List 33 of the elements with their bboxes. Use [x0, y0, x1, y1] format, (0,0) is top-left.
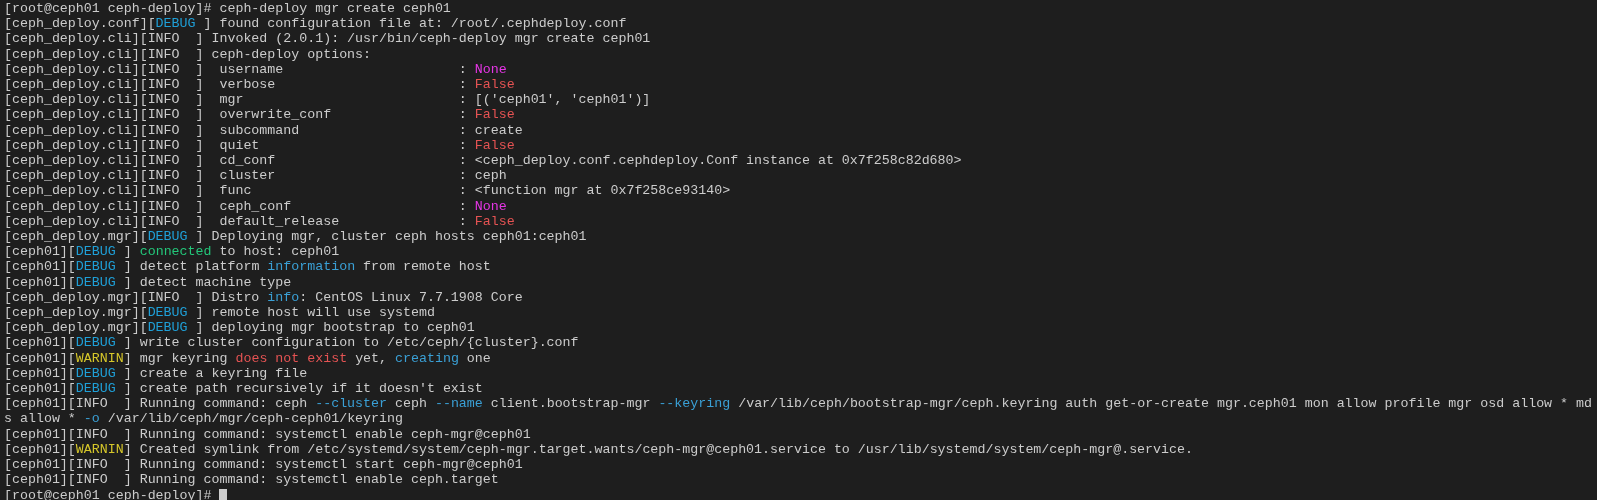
- terminal-line: [ceph_deploy.cli][INFO ] mgr : [('ceph01', 'ceph01')]: [4, 92, 651, 108]
- terminal-line: [ceph01][WARNIN] mgr keyring does not exist yet, creating one: [4, 350, 491, 366]
- terminal-line: [ceph_deploy.mgr][INFO ] Distro info: CentOS Linux 7.7.1908 Core: [4, 289, 523, 306]
- terminal-line: [ceph_deploy.mgr][DEBUG ] Deploying mgr, cluster ceph hosts ceph01:ceph01: [4, 229, 587, 245]
- terminal-line: [ceph_deploy.cli][INFO ] ceph_conf : None: [4, 198, 507, 214]
- terminal-line: [ceph01][DEBUG ] write cluster configuration to /etc/ceph/{cluster}.conf: [4, 335, 579, 351]
- terminal-line: [ceph_deploy.cli][INFO ] Invoked (2.0.1): /usr/bin/ceph-deploy mgr create ceph01: [4, 31, 651, 47]
- terminal-line: [root@ceph01 ceph-deploy]# ceph-deploy mgr create ceph01: [4, 1, 451, 17]
- terminal-line: [ceph_deploy.cli][INFO ] default_release : False: [4, 213, 515, 230]
- terminal-line: [ceph01][DEBUG ] create path recursively if it doesn't exist: [4, 381, 483, 397]
- text-cursor: [219, 488, 228, 500]
- terminal-line: [ceph_deploy.cli][INFO ] ceph-deploy options:: [4, 46, 372, 62]
- terminal-line: [ceph01][DEBUG ] detect machine type: [4, 274, 292, 290]
- terminal-line: [ceph_deploy.mgr][DEBUG ] deploying mgr bootstrap to ceph01: [4, 320, 475, 336]
- terminal-line: [ceph_deploy.cli][INFO ] quiet : False: [4, 137, 515, 154]
- terminal-line: [ceph01][DEBUG ] create a keyring file: [4, 365, 308, 382]
- terminal-line: [ceph01][INFO ] Running command: systemctl enable ceph-mgr@ceph01: [4, 426, 531, 442]
- terminal-line: [ceph_deploy.cli][INFO ] subcommand : create: [4, 122, 523, 138]
- terminal-line: [ceph01][DEBUG ] detect platform information from remote host: [4, 259, 491, 275]
- terminal-line: [ceph01][WARNIN] Created symlink from /etc/systemd/system/ceph-mgr.target.wants/ceph-mgr@ceph01.service to /usr/lib/systemd/system/ceph-mgr@.service.: [4, 441, 1193, 458]
- terminal-line: [ceph_deploy.cli][INFO ] cluster : ceph: [4, 168, 507, 184]
- terminal-line: [ceph_deploy.cli][INFO ] verbose : False: [4, 77, 515, 93]
- terminal-line: [ceph01][DEBUG ] connected to host: ceph01: [4, 244, 340, 260]
- terminal-line: [ceph_deploy.cli][INFO ] cd_conf : <ceph_deploy.conf.cephdeploy.Conf instance at 0x7f258c82d680>: [4, 153, 962, 169]
- terminal-line: [ceph_deploy.cli][INFO ] func : <function mgr at 0x7f258ce93140>: [4, 183, 731, 199]
- terminal-line: [ceph01][INFO ] Running command: ceph --cluster ceph --name client.bootstrap-mgr --keyring /var/lib/ceph/bootstrap-mgr/ceph.keyring auth get-or-create mgr.ceph01 mon allow profile mgr osd allow * md: [4, 396, 1592, 412]
- terminal-line: s allow * -o /var/lib/ceph/mgr/ceph-ceph01/keyring: [4, 411, 403, 427]
- terminal-line: [ceph_deploy.cli][INFO ] username : None: [4, 61, 507, 77]
- terminal-line: [ceph_deploy.cli][INFO ] overwrite_conf : False: [4, 107, 515, 123]
- terminal-line: [ceph_deploy.mgr][DEBUG ] remote host will use systemd: [4, 305, 435, 321]
- terminal-line: [ceph_deploy.conf][DEBUG ] found configuration file at: /root/.cephdeploy.conf: [4, 16, 627, 32]
- terminal-line: [ceph01][INFO ] Running command: systemctl start ceph-mgr@ceph01: [4, 457, 523, 473]
- terminal-line: [ceph01][INFO ] Running command: systemctl enable ceph.target: [4, 472, 499, 488]
